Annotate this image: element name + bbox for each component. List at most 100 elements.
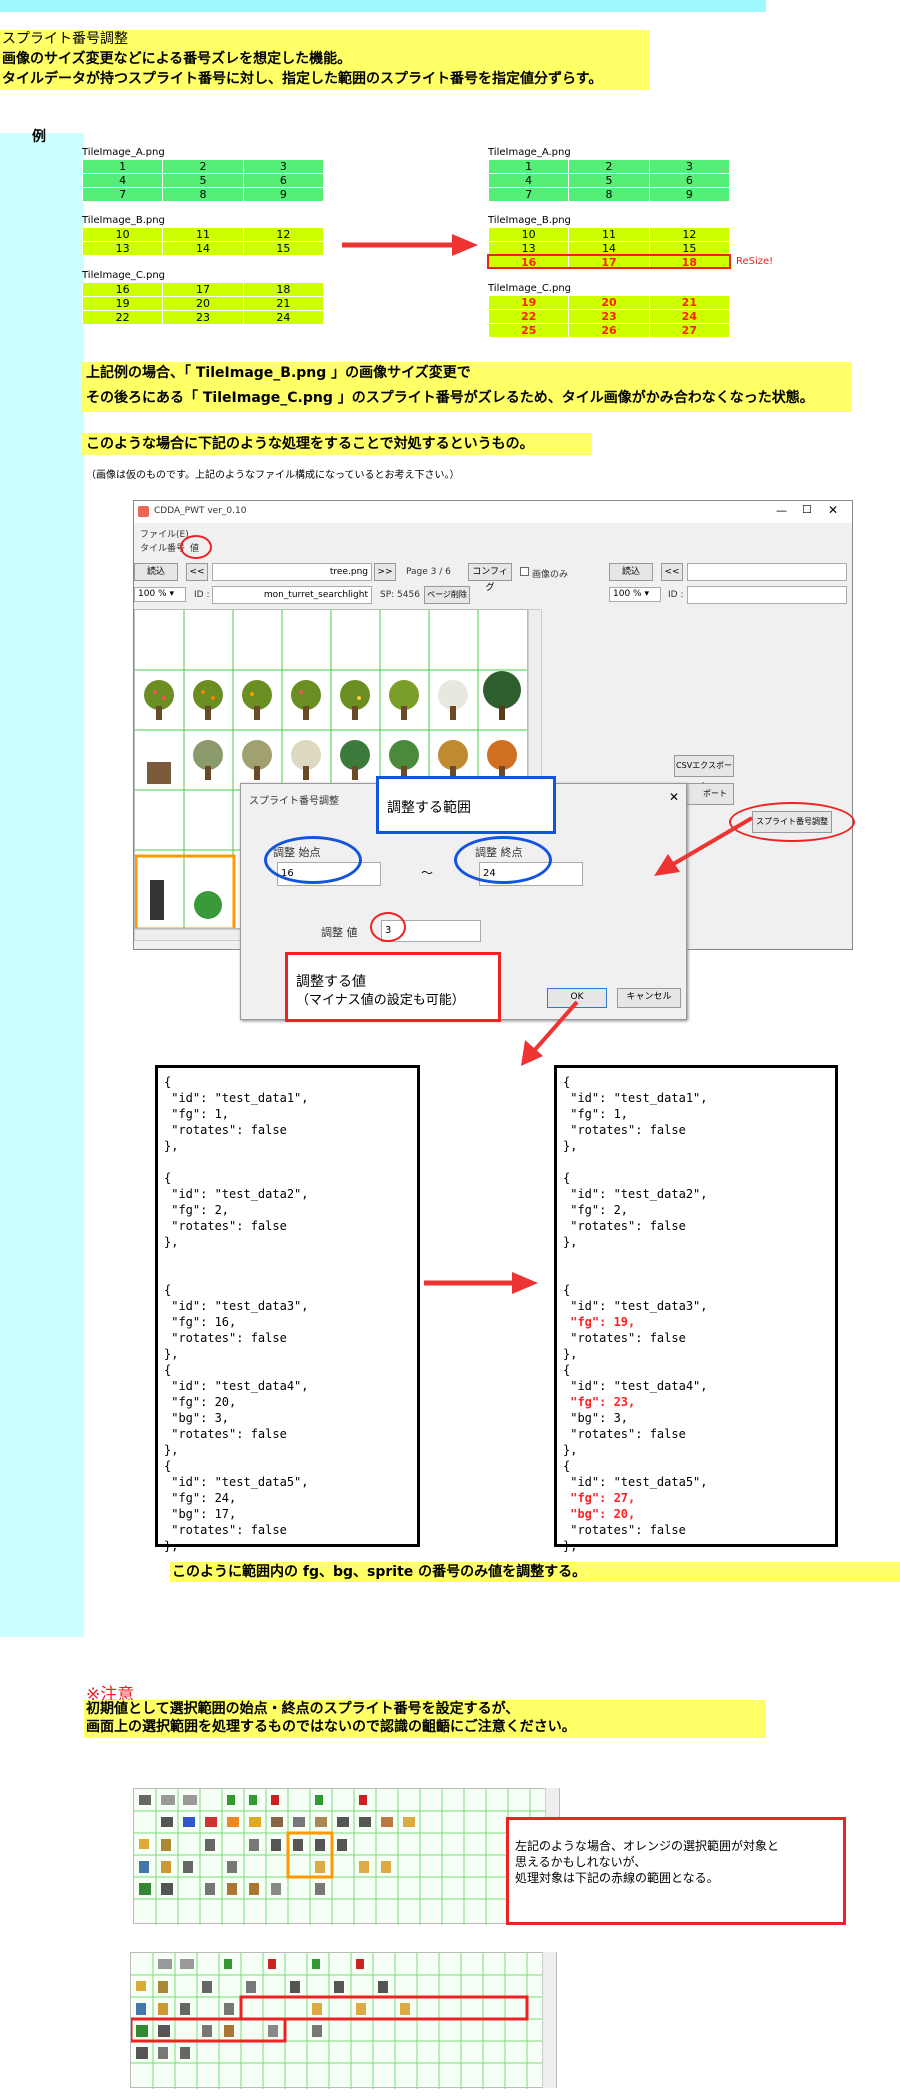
table-cell: 20	[569, 296, 650, 310]
app-logo-icon	[138, 506, 149, 517]
zoom-value-2: 100 %	[613, 589, 642, 599]
menu-file[interactable]: ファイル(E)	[140, 527, 189, 540]
filename-field[interactable]: tree.png	[212, 563, 372, 581]
table-cell: 21	[243, 297, 324, 311]
sprite-grid-after-scroll[interactable]	[542, 1952, 556, 2088]
explain-line-1: 上記例の場合、「 TileImage_B.png 」の画像サイズ変更で	[86, 365, 471, 381]
summary-text: このように範囲内の fg、bg、sprite の番号のみ値を調整する。	[172, 1564, 587, 1580]
table-cell: 22	[489, 310, 570, 324]
table-cell: 18	[243, 283, 324, 297]
id-field-2[interactable]	[687, 586, 847, 604]
adjust-label: 調整 値	[321, 926, 358, 939]
json-after-text: { "id": "test_data1", "fg": 1, "rotates"…	[563, 1074, 829, 1554]
table-cell: 26	[569, 324, 650, 338]
table-cell: 27	[649, 324, 730, 338]
sprite-grid-after[interactable]	[129, 1952, 557, 2089]
table-cell: 24	[649, 310, 730, 324]
table-cell: 14	[163, 242, 244, 256]
table-cell: 15	[243, 242, 324, 256]
top-band	[0, 0, 766, 12]
id-label-2: ID :	[668, 590, 684, 600]
prev-page-button[interactable]: <<	[186, 563, 208, 581]
table-cell: 23	[163, 311, 244, 325]
image-only-label: 画像のみ	[532, 570, 569, 580]
window-title: CDDA_PWT ver_0.10	[154, 506, 247, 516]
table-cell: 13	[83, 242, 164, 256]
csv-export-button[interactable]: CSVエクスポート	[674, 755, 734, 790]
next-page-button[interactable]: >>	[374, 563, 396, 581]
value-callout-note: （マイナス値の設定も可能）	[296, 993, 465, 1008]
dialog-close-icon[interactable]: ✕	[669, 790, 679, 804]
table-label: TileImage_C.png	[488, 283, 572, 294]
page-title: スプライト番号調整	[2, 31, 128, 47]
tilde-label: ～	[421, 866, 434, 880]
cancel-button[interactable]: キャンセル	[617, 988, 681, 1008]
json-after-part: { "id": "test_data1", "fg": 1, "rotates"…	[563, 1075, 708, 1313]
table-cell: 23	[569, 310, 650, 324]
table-cell: 2	[163, 160, 244, 174]
sprite-grid-before-lines	[134, 1789, 546, 1925]
start-highlight	[264, 836, 362, 884]
table-cell: 10	[489, 228, 570, 242]
prev-page-button-2[interactable]: <<	[661, 563, 683, 581]
table-cell: 6	[243, 174, 324, 188]
resize-label: ReSize!	[736, 256, 774, 267]
page-delete-button[interactable]: ページ削除	[424, 586, 470, 604]
sprite-grid-before[interactable]	[133, 1788, 560, 1925]
id-value: mon_turret_searchlight	[263, 590, 368, 600]
table-cell: 2	[569, 160, 650, 174]
table-cell: 4	[83, 174, 164, 188]
close-icon[interactable]: ✕	[828, 503, 838, 517]
sp-label: SP: 5456	[380, 590, 420, 600]
tile-table-c-result: 19 20 21 22 23 24 25 26 27	[488, 296, 730, 338]
end-highlight	[454, 836, 552, 884]
arrow-right-icon	[342, 234, 478, 256]
table-cell: 19	[83, 297, 164, 311]
app-title-bar: CDDA_PWT ver_0.10 — ☐ ✕	[134, 501, 852, 523]
table-cell: 1	[489, 160, 570, 174]
read-button[interactable]: 読込	[134, 563, 178, 581]
zoom-select-2[interactable]: 100 % ▾	[609, 587, 661, 602]
table-cell: 3	[649, 160, 730, 174]
range-callout-text: 調整する範囲	[387, 800, 471, 816]
config-button[interactable]: コンフィグ	[468, 563, 512, 593]
table-label: TileImage_A.png	[488, 147, 571, 158]
tile-table-a-result: 123 456 789	[488, 160, 730, 202]
table-cell: 10	[83, 228, 164, 242]
table-cell: 4	[489, 174, 570, 188]
table-cell: 6	[649, 174, 730, 188]
table-cell: 5	[163, 174, 244, 188]
zoom-select[interactable]: 100 % ▾	[134, 587, 186, 602]
json-after-highlight: "fg": 19,	[570, 1315, 636, 1329]
page-indicator: Page 3 / 6	[406, 567, 451, 577]
tile-select-label: タイル番号	[140, 544, 186, 554]
maximize-icon[interactable]: ☐	[802, 503, 812, 516]
example-label: 例	[32, 129, 46, 145]
explain-line-2: その後ろにある「 TileImage_C.png 」のスプライト番号がズレるため…	[86, 390, 814, 406]
table-label: TileImage_B.png	[488, 215, 571, 226]
id-field[interactable]: mon_turret_searchlight	[212, 586, 372, 604]
table-cell: 7	[489, 188, 570, 202]
minimize-icon[interactable]: —	[776, 504, 787, 517]
image-only-checkbox[interactable]	[520, 567, 529, 576]
arrow-to-dialog-icon	[654, 816, 754, 876]
filename-text: tree.png	[329, 567, 368, 577]
table-cell: 17	[163, 283, 244, 297]
read-button-2[interactable]: 読込	[609, 563, 653, 581]
tile-table-c: 16 17 18 19 20 21 22 23 24	[82, 283, 324, 325]
json-after-highlight: "fg": 23,	[570, 1395, 636, 1409]
table-cell: 7	[83, 188, 164, 202]
caution-callout: 左記のような場合、オレンジの選択範囲が対象と 思えるかもしれないが、 処理対象は…	[506, 1817, 846, 1925]
table-cell: 12	[243, 228, 324, 242]
dialog-title: スプライト番号調整	[249, 796, 339, 807]
table-cell: 20	[163, 297, 244, 311]
table-cell: 21	[649, 296, 730, 310]
table-cell: 8	[163, 188, 244, 202]
value-callout-title: 調整する値	[296, 974, 366, 990]
table-cell: 12	[649, 228, 730, 242]
filename-field-2[interactable]	[687, 563, 847, 581]
table-cell: 11	[569, 228, 650, 242]
sprite-grid-after-lines	[129, 1953, 543, 2089]
value-callout: 調整する値 （マイナス値の設定も可能）	[285, 952, 501, 1022]
range-callout: 調整する範囲	[376, 776, 556, 834]
